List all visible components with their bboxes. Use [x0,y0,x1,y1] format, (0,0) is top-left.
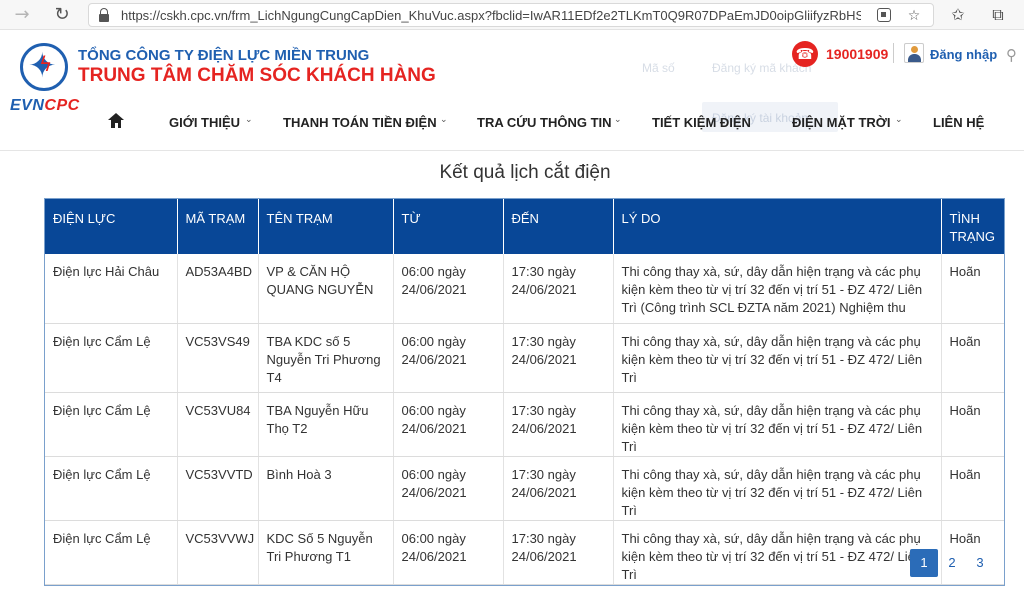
hotline-number[interactable]: 19001909 [826,46,888,62]
faint-text-1: Mã số [642,61,675,75]
cell-den: 17:30 ngày 24/06/2021 [503,254,614,324]
col-header-dien-luc: ĐIỆN LỰC [45,199,178,254]
col-header-tu: TỪ [393,199,504,254]
cell-dien-luc: Điện lực Cẩm Lệ [45,392,178,457]
menu-item-tra-cuu[interactable]: TRA CỨU THÔNG TIN [477,115,612,130]
cell-dien-luc: Điện lực Hải Châu [45,254,178,324]
page-button-3[interactable]: 3 [966,549,994,577]
logo-bolt-icon: ϟ [39,52,53,76]
chevron-down-icon: ⌄ [895,115,903,125]
pagination: 123 [910,549,994,577]
cell-tu: 06:00 ngày 24/06/2021 [393,254,504,324]
page-button-2[interactable]: 2 [938,549,966,577]
chevron-down-icon: ⌄ [440,115,448,125]
phone-icon: ☎ [792,41,818,67]
col-header-den: ĐẾN [503,199,614,254]
outage-table-panel: ĐIỆN LỰC MÃ TRẠM TÊN TRẠM TỪ ĐẾN LÝ DO T… [44,198,1005,586]
cell-tu: 06:00 ngày 24/06/2021 [393,323,504,393]
table-row: Điện lực Hải Châu AD53A4BD VP & CĂN HỘ Q… [45,254,1004,324]
lock-icon[interactable] [99,8,109,22]
cell-ma-tram: VC53VVTD [177,456,259,521]
table-row: Điện lực Cẩm Lệ VC53VS49 TBA KDC số 5 Ng… [45,323,1004,393]
collections-icon[interactable]: ⧉ [987,5,1009,25]
address-bar[interactable]: https://cskh.cpc.vn/frm_LichNgungCungCap… [88,3,934,27]
cell-ma-tram: VC53VU84 [177,392,259,457]
page-button-1[interactable]: 1 [910,549,938,577]
cell-den: 17:30 ngày 24/06/2021 [503,456,614,521]
cell-ly-do: Thi công thay xà, sứ, dây dẫn hiện trạng… [613,254,942,324]
col-header-ly-do: LÝ DO [613,199,942,254]
cell-ten-tram: TBA KDC số 5 Nguyễn Tri Phương T4 [258,323,394,393]
cell-tu: 06:00 ngày 24/06/2021 [393,456,504,521]
chevron-down-icon: ⌄ [245,115,253,125]
table-row: Điện lực Cẩm Lệ VC53VU84 TBA Nguyễn Hữu … [45,392,1004,457]
cell-ly-do: Thi công thay xà, sứ, dây dẫn hiện trạng… [613,392,942,457]
col-header-tinh-trang: TÌNH TRẠNG [941,199,1004,254]
cell-dien-luc: Điện lực Cẩm Lệ [45,456,178,521]
cell-tinh-trang: Hoãn [941,392,1004,457]
menu-item-dien-mat-troi[interactable]: ĐIỆN MẶT TRỜI [792,115,890,130]
home-icon[interactable] [108,113,124,129]
center-name: TRUNG TÂM CHĂM SÓC KHÁCH HÀNG [78,65,436,86]
table-row: Điện lực Cẩm Lệ VC53VVWJ KDC Số 5 Nguyễn… [45,520,1004,585]
cell-ten-tram: VP & CĂN HỘ QUANG NGUYỄN [258,254,394,324]
main-menu: GIỚI THIỆU ⌄ THANH TOÁN TIỀN ĐIỆN ⌄ TRA … [0,111,1024,135]
browser-toolbar: → ↻ https://cskh.cpc.vn/frm_LichNgungCun… [0,0,1024,30]
login-link[interactable]: Đăng nhập [930,47,997,62]
cell-ly-do: Thi công thay xà, sứ, dây dẫn hiện trạng… [613,456,942,521]
company-name: TỔNG CÔNG TY ĐIỆN LỰC MIỀN TRUNG [78,47,370,64]
cell-ly-do: Thi công thay xà, sứ, dây dẫn hiện trạng… [613,520,942,585]
favorites-icon[interactable]: ✩ [947,5,969,25]
table-row: Điện lực Cẩm Lệ VC53VVTD Bình Hoà 3 06:0… [45,456,1004,521]
url-text[interactable]: https://cskh.cpc.vn/frm_LichNgungCungCap… [121,8,861,23]
user-avatar-icon[interactable] [904,43,924,63]
cell-tinh-trang: Hoãn [941,254,1004,324]
cell-dien-luc: Điện lực Cẩm Lệ [45,323,178,393]
col-header-ma-tram: MÃ TRẠM [177,199,259,254]
menu-item-thanh-toan[interactable]: THANH TOÁN TIỀN ĐIỆN [283,115,437,130]
cell-dien-luc: Điện lực Cẩm Lệ [45,520,178,585]
cell-ma-tram: VC53VS49 [177,323,259,393]
cell-tu: 06:00 ngày 24/06/2021 [393,392,504,457]
app-icon[interactable] [877,8,891,22]
search-icon[interactable]: ⚲ [1006,46,1017,64]
cell-tinh-trang: Hoãn [941,456,1004,521]
cell-ly-do: Thi công thay xà, sứ, dây dẫn hiện trạng… [613,323,942,393]
outage-table: ĐIỆN LỰC MÃ TRẠM TÊN TRẠM TỪ ĐẾN LÝ DO T… [45,199,1004,585]
menu-item-tiet-kiem[interactable]: TIẾT KIỆM ĐIỆN [652,115,751,130]
back-arrow-icon[interactable]: → [12,5,32,25]
cell-den: 17:30 ngày 24/06/2021 [503,392,614,457]
menu-item-gioi-thieu[interactable]: GIỚI THIỆU [169,115,240,130]
divider [893,43,894,63]
menu-item-lien-he[interactable]: LIÊN HỆ [933,115,984,130]
cell-tu: 06:00 ngày 24/06/2021 [393,520,504,585]
page-title: Kết quả lịch cắt điện [439,162,611,183]
col-header-ten-tram: TÊN TRẠM [258,199,394,254]
cell-ten-tram: KDC Số 5 Nguyễn Tri Phương T1 [258,520,394,585]
cell-ma-tram: VC53VVWJ [177,520,259,585]
evncpc-logo[interactable]: ✦ ϟ EVNCPC [10,39,82,114]
cell-ten-tram: Bình Hoà 3 [258,456,394,521]
cell-den: 17:30 ngày 24/06/2021 [503,323,614,393]
cell-den: 17:30 ngày 24/06/2021 [503,520,614,585]
reload-icon[interactable]: ↻ [52,5,72,25]
chevron-down-icon: ⌄ [614,115,622,125]
cell-tinh-trang: Hoãn [941,323,1004,393]
cell-ten-tram: TBA Nguyễn Hữu Thọ T2 [258,392,394,457]
cell-ma-tram: AD53A4BD [177,254,259,324]
favorite-star-icon[interactable]: ☆ [905,7,923,25]
table-header-row: ĐIỆN LỰC MÃ TRẠM TÊN TRẠM TỪ ĐẾN LÝ DO T… [45,199,1004,254]
site-header: ✦ ϟ EVNCPC TỔNG CÔNG TY ĐIỆN LỰC MIỀN TR… [0,31,1024,151]
